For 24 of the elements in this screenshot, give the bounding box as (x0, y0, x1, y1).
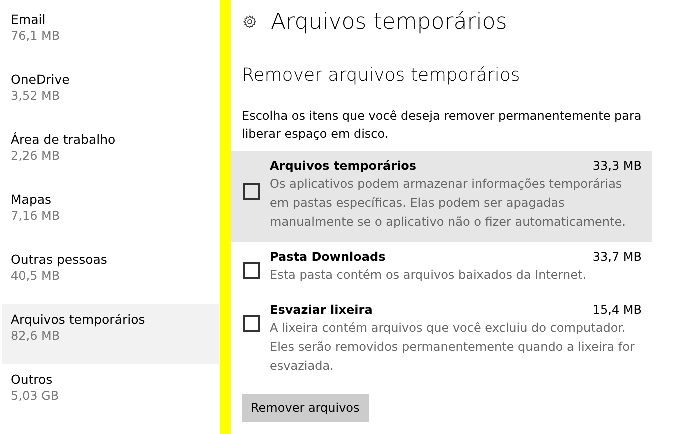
option-name: Esvaziar lixeira (270, 302, 373, 319)
checkbox[interactable] (243, 315, 260, 332)
page-title: Arquivos temporários (271, 8, 508, 36)
remove-button[interactable]: Remover arquivos (242, 394, 369, 422)
option-description: Os aplicativos podem armazenar informações temporárias em pastas específicas. Elas podem ser apagadas manualmente se o aplicativo não o fizer automaticamente. (270, 176, 627, 231)
sidebar-item[interactable]: Área de trabalho 2,26 MB (2, 124, 219, 184)
settings-icon (243, 15, 257, 29)
checkbox[interactable] (243, 262, 260, 279)
option-size: 33,3 MB (592, 158, 642, 175)
option-size: 33,7 MB (592, 249, 642, 266)
section-heading: Remover arquivos temporários (242, 64, 522, 88)
sidebar-item[interactable]: Outras pessoas 40,5 MB (2, 244, 219, 304)
sidebar-item[interactable]: Mapas 7,16 MB (2, 184, 219, 244)
sidebar-item[interactable]: OneDrive 3,52 MB (2, 64, 219, 124)
option-size: 15,4 MB (592, 302, 642, 319)
option-name: Arquivos temporários (270, 158, 416, 175)
option-description: Esta pasta contém os arquivos baixados da Internet. (270, 267, 588, 284)
sidebar-item[interactable]: Arquivos temporários 82,6 MB (2, 304, 219, 364)
option-name: Pasta Downloads (270, 249, 386, 266)
description-text: Escolha os itens que você deseja remover permanentemente para liberar espaço em disco. (242, 108, 643, 143)
sidebar-item[interactable]: Email 76,1 MB (2, 4, 219, 64)
sidebar-item[interactable]: Outros 5,03 GB (2, 364, 219, 424)
checkbox[interactable] (243, 183, 260, 200)
option-description: A lixeira contém arquivos que você excluiu do computador. Eles serão removidos permanentemente quando a lixeira for esvaziada. (270, 320, 636, 375)
